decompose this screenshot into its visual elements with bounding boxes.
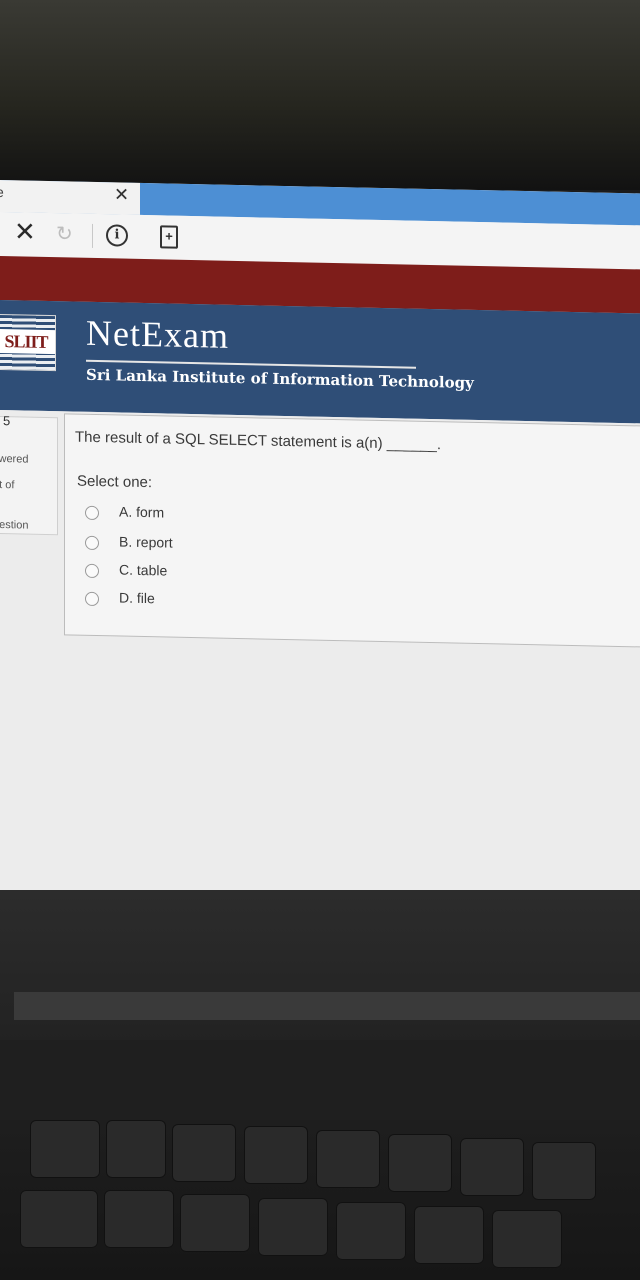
brand-title[interactable]: NetExam: [86, 312, 229, 357]
option-label[interactable]: B. report: [119, 533, 173, 550]
reload-icon[interactable]: ↻: [56, 221, 73, 246]
option-label[interactable]: C. table: [119, 561, 167, 578]
active-tab[interactable]: e ✕: [0, 180, 140, 215]
question-info-panel: 5 swered ut of uestion: [0, 413, 58, 536]
select-prompt: Select one:: [77, 472, 153, 492]
question-number: 5: [3, 413, 11, 429]
question-box: The result of a SQL SELECT statement is …: [64, 413, 640, 648]
keyboard-key: [244, 1126, 308, 1184]
keyboard-key: [336, 1202, 406, 1260]
marks-label: ut of: [0, 478, 15, 492]
site-info-icon[interactable]: i: [106, 224, 128, 247]
laptop-hinge: [14, 992, 640, 1020]
keyboard-area: [0, 1040, 640, 1120]
keyboard-key: [258, 1198, 328, 1256]
institute-name: Sri Lanka Institute of Information Techn…: [86, 365, 474, 392]
logo-text: SLIIT: [0, 328, 55, 355]
keyboard-key: [532, 1142, 596, 1200]
toolbar-divider: [92, 223, 93, 248]
monitor-bezel: [0, 0, 640, 190]
keyboard-key: [106, 1120, 166, 1178]
keyboard-key: [388, 1134, 452, 1192]
keyboard-key: [20, 1190, 98, 1248]
question-text: The result of a SQL SELECT statement is …: [75, 428, 442, 454]
main-content: 5 swered ut of uestion The result of a S…: [0, 410, 640, 924]
option-label[interactable]: D. file: [119, 589, 155, 606]
add-page-icon[interactable]: +: [160, 225, 178, 249]
site-header: SLIIT NetExam Sri Lanka Institute of Inf…: [0, 300, 640, 424]
radio-button[interactable]: [85, 563, 99, 579]
keyboard-key: [492, 1210, 562, 1268]
radio-button[interactable]: [85, 505, 99, 521]
keyboard-key: [180, 1194, 250, 1252]
tab-favicon-icon: e: [0, 183, 4, 201]
keyboard-key: [414, 1206, 484, 1264]
radio-button[interactable]: [85, 591, 99, 607]
stop-loading-icon[interactable]: ✕: [14, 216, 36, 247]
keyboard-key: [460, 1138, 524, 1196]
keyboard-key: [30, 1120, 100, 1178]
sliit-logo: SLIIT: [0, 313, 56, 372]
tab-close-icon[interactable]: ✕: [114, 184, 129, 205]
option-label[interactable]: A. form: [119, 503, 164, 520]
keyboard-key: [316, 1130, 380, 1188]
answered-status: swered: [0, 452, 29, 466]
keyboard-key: [172, 1124, 236, 1182]
flag-question-label[interactable]: uestion: [0, 519, 28, 532]
browser-screen: e ✕ ✕ ↻ i + SLIIT NetExam Sri Lanka Inst…: [0, 180, 640, 924]
radio-button[interactable]: [85, 535, 99, 551]
keyboard-key: [104, 1190, 174, 1248]
